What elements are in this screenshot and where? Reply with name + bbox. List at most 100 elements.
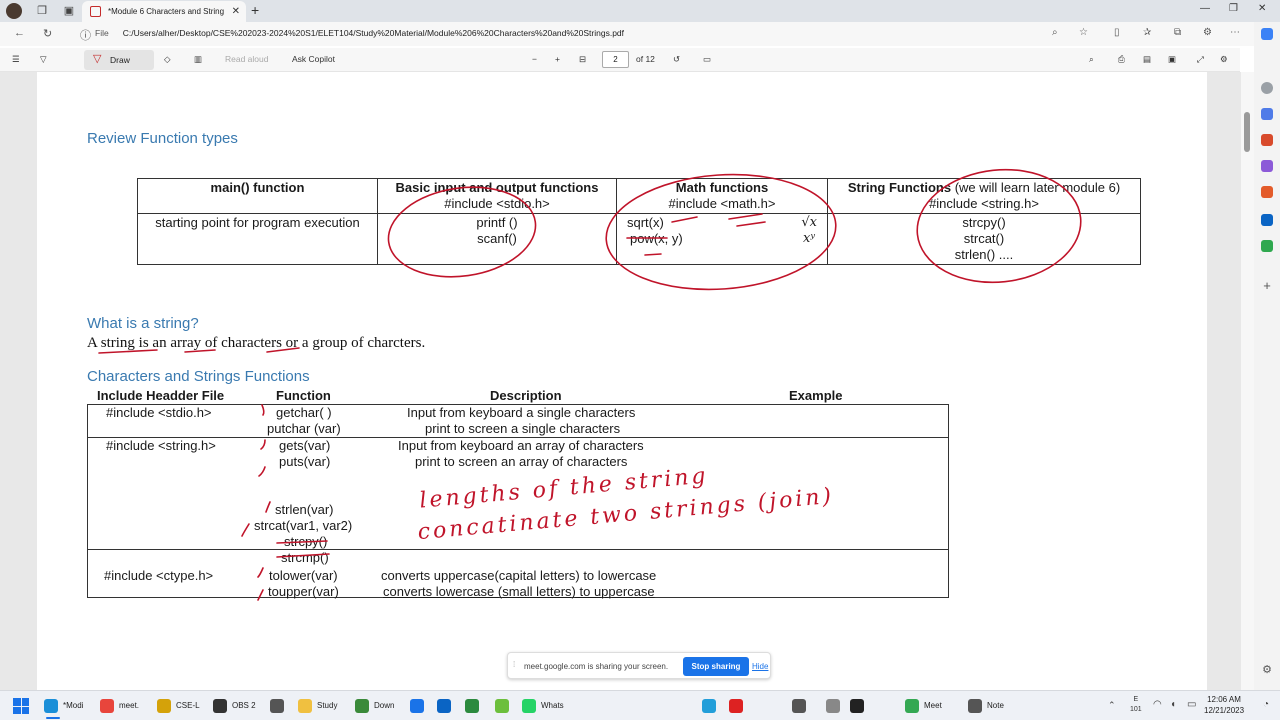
scroll-thumb[interactable]	[1244, 112, 1250, 152]
page-view-icon[interactable]: ▥	[194, 54, 202, 65]
add-icon[interactable]: +	[1261, 279, 1273, 292]
taskbar-item[interactable]	[410, 698, 429, 714]
favorite-icon[interactable]: ☆	[1079, 27, 1088, 38]
notification-icon[interactable]: ◔	[1263, 699, 1269, 710]
pdf-icon	[90, 6, 101, 17]
th-function: Function	[276, 388, 331, 403]
string-func: strcpy()	[962, 215, 1006, 230]
copilot-icon[interactable]	[1261, 28, 1273, 40]
taskbar-item[interactable]: Whats	[522, 698, 564, 714]
settings-icon[interactable]: ⚙	[1220, 54, 1228, 65]
power-symbol: xʸ	[803, 231, 815, 246]
taskbar-item[interactable]: Study	[298, 698, 337, 714]
app-icon	[270, 699, 284, 713]
shopping-icon[interactable]	[1261, 108, 1273, 120]
taskbar-item[interactable]: Down	[355, 698, 394, 714]
fit-page-icon[interactable]: ⊟	[579, 54, 586, 65]
taskbar-item[interactable]: *Modi	[44, 698, 83, 719]
outlook-icon[interactable]	[1261, 214, 1273, 226]
th-math: Math functions #include <math.h>	[616, 178, 828, 214]
taskbar-item[interactable]	[792, 698, 811, 714]
app-icon	[905, 699, 919, 713]
collections-icon[interactable]: ⧉	[1174, 27, 1181, 38]
new-tab-icon[interactable]: +	[251, 2, 259, 18]
stop-sharing-button[interactable]: Stop sharing	[683, 657, 749, 676]
window-close-icon[interactable]: ✕	[1258, 3, 1266, 14]
workspaces-icon[interactable]: ❐	[35, 4, 49, 18]
taskbar-item[interactable]: OBS 2	[213, 698, 256, 714]
back-icon[interactable]: ←	[14, 27, 25, 39]
tab-actions-icon[interactable]: ▣	[62, 4, 76, 18]
th-main-title: main() function	[210, 180, 305, 195]
profile-avatar[interactable]	[6, 3, 22, 19]
save-as-icon[interactable]: ▣	[1168, 54, 1176, 65]
print-icon[interactable]: ⎙	[1118, 54, 1125, 65]
start-icon[interactable]	[13, 698, 29, 714]
section-title-char-string-functions: Characters and Strings Functions	[87, 368, 310, 385]
games-icon[interactable]	[1261, 160, 1273, 172]
language-indicator[interactable]: E 101	[1130, 695, 1142, 715]
battery-icon[interactable]: ▭	[1187, 699, 1196, 710]
favorites-list-icon[interactable]: ✰	[1143, 27, 1151, 38]
drag-handle-icon[interactable]: ⁞	[513, 660, 515, 669]
search-icon[interactable]: ⌕	[1089, 54, 1094, 65]
scrollbar[interactable]	[1241, 72, 1254, 690]
clock[interactable]: 12:06 AM 12/21/2023	[1204, 694, 1244, 716]
taskbar-item[interactable]	[465, 698, 484, 714]
close-icon[interactable]: ✕	[232, 1, 240, 22]
taskbar-item[interactable]	[437, 698, 456, 714]
pen-icon: ▽	[93, 53, 102, 65]
taskbar-item[interactable]: CSE-L	[157, 698, 200, 714]
taskbar-item[interactable]	[270, 698, 289, 714]
taskbar-item[interactable]: Meet	[905, 698, 942, 714]
zoom-icon[interactable]: ⌕	[1052, 27, 1058, 38]
url-field[interactable]: File C:/Users/alher/Desktop/CSE%202023-20…	[95, 28, 624, 38]
string-definition: A string is an array of characters or a …	[87, 335, 426, 351]
group-ctype: #include <ctype.h> tolower(var) converts…	[88, 550, 948, 599]
minimize-icon[interactable]: —	[1200, 3, 1210, 14]
address-bar: ← ↻ ⓘ File C:/Users/alher/Desktop/CSE%202…	[0, 22, 1280, 46]
office-icon[interactable]	[1261, 186, 1273, 198]
description-cell: Input from keyboard an array of characte…	[398, 438, 644, 453]
description-cell: print to screen an array of characters	[415, 454, 628, 469]
draw-button[interactable]: ▽ Draw	[84, 50, 154, 70]
tools-icon[interactable]	[1261, 134, 1273, 146]
hide-link[interactable]: Hide	[752, 662, 768, 671]
taskbar-item[interactable]	[495, 698, 514, 714]
two-page-icon[interactable]: ▭	[703, 54, 711, 65]
taskbar-item[interactable]: meet.	[100, 698, 139, 714]
rotate-icon[interactable]: ↺	[673, 54, 680, 65]
sidebar-search-icon[interactable]	[1261, 82, 1273, 94]
taskbar-item[interactable]	[850, 698, 869, 714]
sidebar-settings-icon[interactable]: ⚙	[1261, 664, 1273, 676]
eraser-icon[interactable]: ◇	[164, 54, 171, 65]
fullscreen-icon[interactable]: ⤢	[1197, 54, 1204, 65]
taskbar-item[interactable]: Note	[968, 698, 1004, 714]
refresh-icon[interactable]: ↻	[43, 27, 52, 40]
drop-icon[interactable]	[1261, 240, 1273, 252]
volume-icon[interactable]: ◖	[1170, 699, 1176, 710]
save-icon[interactable]: ▤	[1143, 54, 1151, 65]
th-string-title: String Functions	[847, 180, 952, 195]
tab-pdf[interactable]: *Module 6 Characters and String ✕	[82, 1, 246, 22]
zoom-out-icon[interactable]: −	[532, 54, 537, 64]
more-icon[interactable]: ⋯	[1230, 27, 1240, 38]
taskbar-item[interactable]	[702, 698, 721, 714]
app-icon	[44, 699, 58, 713]
page-number-input[interactable]: 2	[602, 51, 629, 68]
app-icon	[298, 699, 312, 713]
contents-icon[interactable]: ☰	[12, 54, 20, 65]
tray-chevron-icon[interactable]: ⌃	[1108, 700, 1116, 711]
maximize-icon[interactable]: ❐	[1229, 3, 1238, 14]
extensions-icon[interactable]: ⚙	[1203, 27, 1212, 38]
ask-copilot-button[interactable]: Ask Copilot	[292, 54, 335, 64]
th-io-include: #include <stdio.h>	[444, 196, 550, 211]
highlight-icon[interactable]: ▽	[40, 54, 47, 65]
network-icon[interactable]: ◠	[1153, 699, 1162, 710]
taskbar-item[interactable]	[826, 698, 845, 714]
url-text: C:/Users/alher/Desktop/CSE%202023-2024%2…	[122, 28, 625, 38]
split-screen-icon[interactable]: ▯	[1114, 27, 1120, 38]
read-aloud-button[interactable]: Read aloud	[225, 54, 268, 64]
zoom-in-icon[interactable]: +	[555, 54, 560, 64]
taskbar-item[interactable]	[729, 698, 748, 714]
